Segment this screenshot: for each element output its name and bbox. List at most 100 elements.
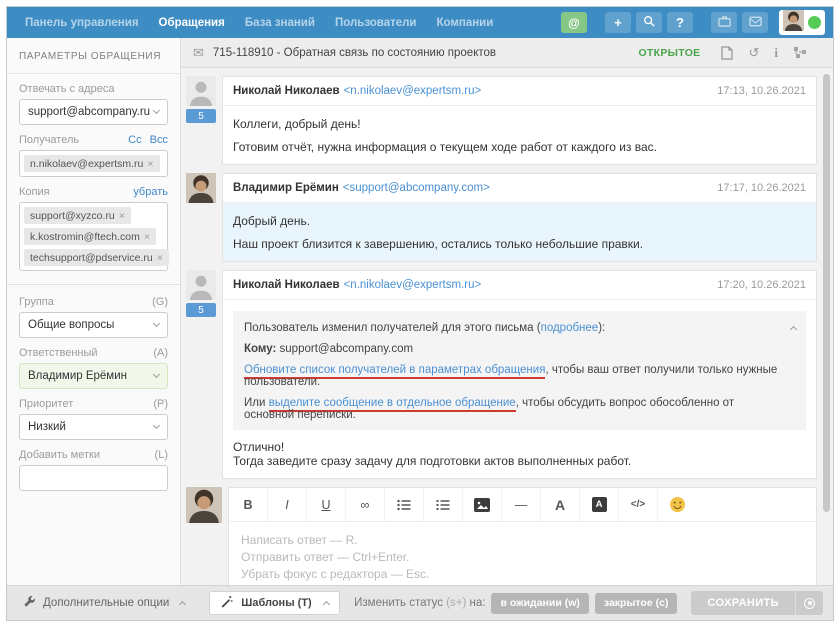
- cc-link[interactable]: Сс: [128, 134, 141, 146]
- details-link[interactable]: подробнее: [541, 322, 599, 334]
- change-status-label: Изменить статус (s+) на:: [354, 597, 485, 609]
- reply-from-label: Отвечать с адреса: [19, 83, 114, 95]
- history-icon[interactable]: ↺: [748, 45, 759, 61]
- nav-users[interactable]: Пользователи: [325, 17, 427, 29]
- scrollbar-thumb[interactable]: [823, 74, 830, 512]
- mentions-button[interactable]: @: [561, 12, 587, 33]
- message-author-email[interactable]: <n.nikolaev@expertsm.ru>: [344, 85, 482, 97]
- bullet-list-button[interactable]: [385, 488, 424, 521]
- message-thread: 5 Николай Николаев <n.nikolaev@expertsm.…: [181, 68, 833, 585]
- editor-placeholder-line: Убрать фокус с редактора — Esc.: [241, 566, 804, 583]
- group-hotkey: (G): [152, 296, 168, 308]
- reply-from-value: support@abcompany.ru: [28, 106, 150, 118]
- nav-companies[interactable]: Компании: [427, 17, 504, 29]
- horizontal-rule-button[interactable]: —: [502, 488, 541, 521]
- export-icon[interactable]: [721, 46, 733, 60]
- nav-dashboard[interactable]: Панель управления: [15, 17, 149, 29]
- ticket-title: 715-118910 - Обратная связь по состоянию…: [213, 47, 496, 59]
- status-pending-button[interactable]: в ожидании (w): [491, 593, 588, 614]
- labels-label: Добавить метки: [19, 449, 100, 461]
- ticket-header: ✉ 715-118910 - Обратная связь по состоян…: [181, 38, 833, 68]
- notice-to-line: Кому: support@abcompany.com: [244, 343, 780, 355]
- message-time: 17:20, 10.26.2021: [717, 279, 806, 291]
- editor-placeholder-line: Написать ответ — R.: [241, 532, 804, 549]
- ticket-count-badge[interactable]: 5: [186, 109, 216, 123]
- additional-options-toggle[interactable]: Дополнительные опции: [17, 595, 185, 611]
- labels-input[interactable]: [19, 465, 168, 491]
- bold-button[interactable]: B: [229, 488, 268, 521]
- link-button[interactable]: ∞: [346, 488, 385, 521]
- reply-from-select[interactable]: support@abcompany.ru: [19, 99, 168, 125]
- copy-input[interactable]: support@xyzco.ru× k.kostromin@ftech.com×…: [19, 202, 168, 271]
- merge-icon[interactable]: [793, 46, 807, 59]
- at-icon: @: [568, 16, 580, 30]
- avatar-placeholder: [186, 270, 216, 300]
- main-area: ПАРАМЕТРЫ ОБРАЩЕНИЯ Отвечать с адреса su…: [7, 38, 833, 585]
- italic-button[interactable]: I: [268, 488, 307, 521]
- templates-button[interactable]: Шаблоны (T): [209, 591, 339, 615]
- remove-copy-link[interactable]: убрать: [133, 186, 168, 198]
- nav-knowledge-base[interactable]: База знаний: [235, 17, 325, 29]
- assignee-hotkey: (A): [153, 347, 168, 359]
- emoji-button[interactable]: [658, 488, 697, 521]
- ticket-count-badge[interactable]: 5: [186, 303, 216, 317]
- numbered-list-button[interactable]: [424, 488, 463, 521]
- chevron-down-icon: [153, 371, 160, 378]
- info-icon[interactable]: i: [774, 45, 778, 61]
- chevron-up-icon: [179, 601, 186, 608]
- code-button[interactable]: </>: [619, 488, 658, 521]
- cases-button[interactable]: [711, 12, 737, 33]
- group-label: Группа: [19, 296, 54, 308]
- message-paragraph: Наш проект близится к завершению, остали…: [233, 237, 806, 251]
- labels-hotkey: (L): [155, 449, 168, 461]
- assignee-select[interactable]: Владимир Ерёмин: [19, 363, 168, 389]
- priority-select[interactable]: Низкий: [19, 414, 168, 440]
- insert-image-button[interactable]: [463, 488, 502, 521]
- status-label-text: Изменить статус: [354, 597, 443, 609]
- message-paragraph: Отлично!: [233, 440, 806, 454]
- remove-tag-icon[interactable]: ×: [119, 210, 125, 222]
- plus-icon: +: [614, 15, 622, 30]
- message-author-email[interactable]: <n.nikolaev@expertsm.ru>: [344, 279, 482, 291]
- thread-scrollbar[interactable]: [823, 72, 831, 581]
- save-button[interactable]: СОХРАНИТЬ: [691, 591, 823, 615]
- ticket-params-sidebar: ПАРАМЕТРЫ ОБРАЩЕНИЯ Отвечать с адреса su…: [7, 38, 181, 585]
- save-and-stay-button[interactable]: [795, 591, 823, 615]
- text-color-button[interactable]: A: [541, 488, 580, 521]
- bcc-link[interactable]: Всс: [150, 134, 168, 146]
- reply-textarea[interactable]: Написать ответ — R. Отправить ответ — Ct…: [229, 522, 816, 585]
- copy-tag: support@xyzco.ru×: [24, 207, 131, 224]
- chevron-down-icon: [153, 107, 160, 114]
- recipient-input[interactable]: n.nikolaev@expertsm.ru×: [19, 150, 168, 177]
- highlight-button[interactable]: A: [580, 488, 619, 521]
- remove-tag-icon[interactable]: ×: [147, 158, 153, 170]
- nav-tickets[interactable]: Обращения: [149, 17, 235, 29]
- reply-editor: B I U ∞ — A A </>: [186, 487, 817, 585]
- user-menu[interactable]: [779, 10, 825, 35]
- editor-toolbar: B I U ∞ — A A </>: [229, 488, 816, 522]
- new-ticket-button[interactable]: +: [605, 12, 631, 33]
- collapse-notice-icon[interactable]: [787, 323, 796, 335]
- group-select[interactable]: Общие вопросы: [19, 312, 168, 338]
- remove-tag-icon[interactable]: ×: [144, 231, 150, 243]
- message-author: Николай Николаев: [233, 85, 340, 97]
- assignee-value: Владимир Ерёмин: [28, 370, 127, 382]
- message-author-email[interactable]: <support@abcompany.com>: [343, 182, 490, 194]
- notice-text: Пользователь изменил получателей для это…: [244, 322, 541, 334]
- ticket-status-badge[interactable]: ОТКРЫТОЕ: [638, 47, 700, 59]
- user-avatar: [783, 10, 804, 36]
- recipients-changed-notice: Пользователь изменил получателей для это…: [233, 311, 806, 430]
- underline-button[interactable]: U: [307, 488, 346, 521]
- channels-button[interactable]: [742, 12, 768, 33]
- search-button[interactable]: [636, 12, 662, 33]
- briefcase-icon: [718, 15, 731, 30]
- chevron-down-icon: [153, 320, 160, 327]
- priority-value: Низкий: [28, 421, 66, 433]
- online-status-dot[interactable]: [808, 16, 821, 29]
- remove-tag-icon[interactable]: ×: [157, 252, 163, 264]
- status-closed-button[interactable]: закрытое (c): [595, 593, 678, 614]
- highlight-icon: A: [592, 497, 607, 512]
- message-time: 17:13, 10.26.2021: [717, 85, 806, 97]
- help-button[interactable]: ?: [667, 12, 693, 33]
- to-label: Кому:: [244, 343, 276, 355]
